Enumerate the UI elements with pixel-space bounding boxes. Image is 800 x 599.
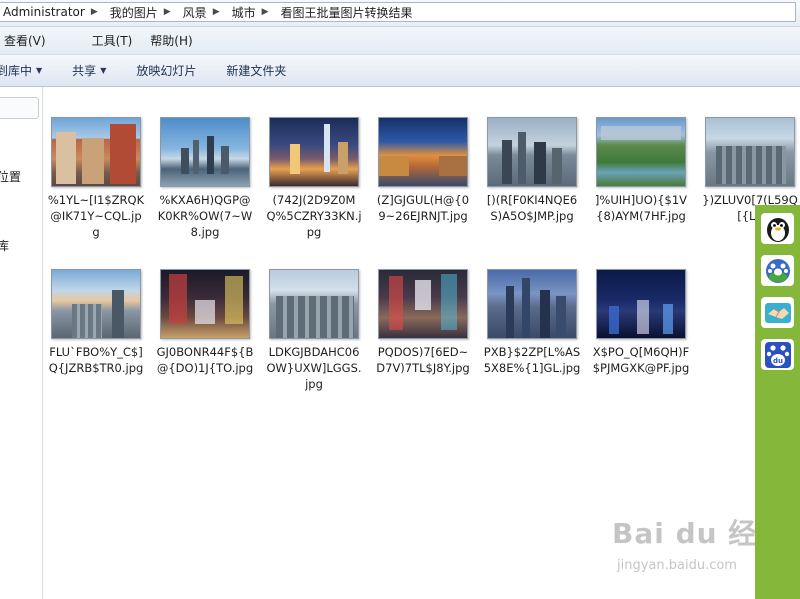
file-item[interactable]: PXB}$2ZP[L%AS5X8E%{1]GL.jpg [482,269,582,376]
file-item[interactable]: %KXA6H)QGP@K0KR%OW(7~W8.jpg [155,117,255,240]
file-name: LDKGJBDAHC06OW}UXW]LGGS.jpg [266,345,362,391]
baidu-jingyan-watermark: Bai du 经验 jingyan.baidu.com [612,512,785,582]
image-thumbnail[interactable] [487,117,577,187]
nav-search-box[interactable] [0,97,39,119]
slideshow-label: 放映幻灯片 [136,64,197,78]
file-name: ]%UIH]UO){$1V{8)AYM(7HF.jpg [594,193,688,223]
penguin-icon[interactable] [761,213,794,244]
image-thumbnail[interactable] [51,269,141,339]
file-item[interactable]: FLU`FBO%Y_C$]Q{JZRB$TR0.jpg [46,269,146,376]
breadcrumb-item[interactable]: 我的图片 ▶ [104,4,177,21]
file-name: FLU`FBO%Y_C$]Q{JZRB$TR0.jpg [48,345,144,375]
image-thumbnail[interactable] [378,117,468,187]
chevron-right-icon[interactable]: ▶ [213,7,220,17]
image-thumbnail[interactable] [487,269,577,339]
image-thumbnail[interactable] [160,117,250,187]
handshake-icon[interactable] [761,297,794,328]
file-item[interactable]: ]%UIH]UO){$1V{8)AYM(7HF.jpg [591,117,691,224]
toolbar: 到库中 ▼ 共享 ▼ 放映幻灯片 新建文件夹 [0,55,800,87]
breadcrumb-label: 看图王批量图片转换结果 [280,5,413,20]
breadcrumb-label: 风景 [182,5,207,20]
menu-help[interactable]: 帮助(H) [148,32,204,49]
file-name: [)(R[F0KI4NQE6S)A5O$JMP.jpg [486,193,578,223]
menu-bar: 查看(V) 工具(T) 帮助(H) [0,27,800,55]
navigation-pane: 位置 库 [0,87,43,599]
file-name: %1YL~[I1$ZRQK@IK71Y~CQL.jpg [47,193,145,239]
image-thumbnail[interactable] [596,117,686,187]
share-button[interactable]: 共享 ▼ [72,62,106,79]
breadcrumb-item[interactable]: 看图王批量图片转换结果 [275,4,419,21]
file-name: GJ0BONR44F${B@{DO)1J{TO.jpg [156,345,254,375]
watermark-url: jingyan.baidu.com [617,558,737,573]
file-name: (Z]GJGUL(H@{09~26EJRNJT.jpg [376,193,470,223]
file-name: (742J(2D9Z0MQ%5CZRY33KN.jpg [266,193,362,239]
file-name: PQDOS)7[6ED~D7V)7TL$J8Y.jpg [376,345,470,375]
file-item[interactable]: %1YL~[I1$ZRQK@IK71Y~CQL.jpg [46,117,146,240]
file-name: %KXA6H)QGP@K0KR%OW(7~W8.jpg [157,193,253,239]
image-thumbnail[interactable] [269,269,359,339]
chevron-right-icon[interactable]: ▶ [262,7,269,17]
file-item[interactable]: LDKGJBDAHC06OW}UXW]LGGS.jpg [264,269,364,392]
file-item[interactable]: [)(R[F0KI4NQE6S)A5O$JMP.jpg [482,117,582,224]
menu-tools[interactable]: 工具(T) [90,32,145,49]
share-label: 共享 [72,64,97,78]
image-thumbnail[interactable] [51,117,141,187]
paw-globe-icon[interactable] [761,255,794,286]
file-item[interactable]: (Z]GJGUL(H@{09~26EJRNJT.jpg [373,117,473,224]
include-in-library-label: 到库中 [0,64,33,78]
file-name: X$PO_Q[M6QH)F$PJMGXK@PF.jpg [592,345,690,375]
new-folder-label: 新建文件夹 [226,64,287,78]
image-thumbnail[interactable] [269,117,359,187]
image-thumbnail[interactable] [596,269,686,339]
chevron-down-icon: ▼ [100,66,107,75]
new-folder-button[interactable]: 新建文件夹 [226,62,286,79]
file-item[interactable]: X$PO_Q[M6QH)F$PJMGXK@PF.jpg [591,269,691,376]
nav-item-location[interactable]: 位置 [0,168,21,185]
breadcrumb-label: 我的图片 [109,5,158,20]
breadcrumb[interactable]: Administrator ▶ 我的图片 ▶ 风景 ▶ 城市 ▶ 看图王批量图片转换结果 [0,2,796,22]
image-thumbnail[interactable] [160,269,250,339]
breadcrumb-label: 城市 [231,5,256,20]
breadcrumb-item[interactable]: Administrator ▶ [0,5,104,19]
address-bar: Administrator ▶ 我的图片 ▶ 风景 ▶ 城市 ▶ 看图王批量图片转换结果 [0,0,800,27]
breadcrumb-item[interactable]: 城市 ▶ [226,4,275,21]
image-thumbnail[interactable] [705,117,795,187]
chevron-down-icon: ▼ [36,66,43,75]
right-sidebar: du [755,205,800,599]
file-name: PXB}$2ZP[L%AS5X8E%{1]GL.jpg [483,345,581,375]
baidu-paw-icon[interactable]: du [761,339,794,370]
svg-text:du: du [773,357,783,365]
nav-item-library[interactable]: 库 [0,237,9,254]
menu-view[interactable]: 查看(V) [2,32,58,49]
image-thumbnail[interactable] [378,269,468,339]
file-item[interactable]: PQDOS)7[6ED~D7V)7TL$J8Y.jpg [373,269,473,376]
file-item[interactable]: GJ0BONR44F${B@{DO)1J{TO.jpg [155,269,255,376]
breadcrumb-item[interactable]: 风景 ▶ [177,4,226,21]
breadcrumb-label: Administrator [3,5,85,19]
slideshow-button[interactable]: 放映幻灯片 [136,62,196,79]
file-item[interactable]: (742J(2D9Z0MQ%5CZRY33KN.jpg [264,117,364,240]
include-in-library-button[interactable]: 到库中 ▼ [0,62,42,79]
chevron-right-icon[interactable]: ▶ [91,7,98,17]
chevron-right-icon[interactable]: ▶ [164,7,171,17]
